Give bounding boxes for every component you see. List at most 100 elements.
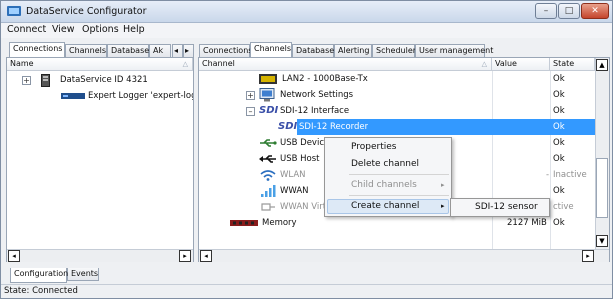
usb-host-icon	[259, 155, 276, 163]
channel-name: SDI-12 Interface	[280, 106, 350, 116]
channel-state: Ok	[553, 138, 565, 148]
column-header-channel[interactable]: Channel △	[199, 58, 492, 71]
status-bar: State: Connected	[1, 284, 612, 298]
tree-item-label: DataService ID 4321	[60, 75, 148, 85]
context-menu: Properties Delete channel Child channels…	[324, 137, 452, 217]
scroll-left-button[interactable]: ◂	[8, 250, 20, 262]
app-icon	[7, 6, 21, 16]
left-tab-connections[interactable]: Connections	[9, 42, 65, 57]
left-tab-scroll-right[interactable]: ▸	[183, 44, 194, 57]
minimize-button[interactable]: –	[535, 3, 557, 19]
column-header-label: Name	[10, 59, 34, 68]
sdi12-recorder-icon: SDI	[278, 121, 298, 132]
create-channel-submenu: SDI-12 sensor	[450, 198, 550, 217]
left-tab-channels[interactable]: Channels	[65, 44, 107, 57]
submenu-arrow-icon: ▸	[441, 181, 445, 189]
wwan-icon	[261, 185, 276, 197]
scroll-up-button[interactable]: ▲	[596, 59, 608, 71]
channel-name: WWAN	[280, 186, 309, 196]
tree-item-label: Expert Logger 'expert-logger-1...	[88, 91, 193, 101]
sdi12-icon: SDI	[259, 105, 279, 116]
left-tab-strip: Connections Channels Database Ak ◂ ▸	[9, 42, 194, 57]
left-horizontal-scrollbar[interactable]: ◂ ▸	[7, 249, 193, 262]
channel-state: Ok	[553, 122, 565, 132]
left-tab-database[interactable]: Database	[107, 44, 149, 57]
channel-state: Inactive	[553, 170, 587, 180]
context-menu-create-channel[interactable]: Create channel	[351, 201, 419, 211]
column-header-value[interactable]: Value	[492, 58, 550, 71]
channel-name: USB Host	[280, 154, 320, 164]
expand-icon[interactable]: +	[246, 91, 255, 100]
left-connections-panel: Name △ + DataService ID 4321 Expert Logg…	[6, 57, 194, 262]
right-tab-scheduler[interactable]: Scheduler	[372, 44, 416, 57]
sort-arrow-icon: △	[481, 60, 487, 68]
sort-arrow-icon: △	[182, 60, 188, 68]
right-tab-strip: Connections Channels Database Alerting S…	[199, 42, 499, 57]
close-button[interactable]: ✕	[581, 3, 609, 19]
table-row-selected[interactable]: SDI SDI-12 Recorder Ok	[199, 119, 595, 135]
expand-icon[interactable]: +	[22, 76, 31, 85]
channel-value: -	[546, 170, 550, 180]
collapse-icon[interactable]: –	[246, 107, 255, 116]
channel-state: Ok	[553, 74, 565, 84]
table-row[interactable]: LAN2 - 1000Base-Tx Ok	[199, 71, 595, 87]
maximize-button[interactable]: □	[558, 3, 580, 19]
logger-device-icon	[61, 93, 85, 99]
scroll-right-button[interactable]: ▸	[179, 250, 191, 262]
right-tab-user-management[interactable]: User management	[415, 44, 493, 57]
context-menu-child-channels: Child channels	[351, 180, 417, 190]
channel-state: Ok	[553, 106, 565, 116]
menu-view[interactable]: View	[52, 24, 75, 35]
column-header-label: Channel	[202, 59, 235, 68]
submenu-arrow-icon: ▸	[441, 202, 445, 210]
table-row[interactable]: + Network Settings Ok	[199, 87, 595, 103]
context-menu-properties[interactable]: Properties	[351, 142, 396, 152]
scroll-down-button[interactable]: ▼	[596, 235, 608, 247]
right-tab-channels[interactable]: Channels	[250, 42, 292, 57]
window-title: DataService Configurator	[26, 6, 147, 17]
title-bar[interactable]: DataService Configurator – □ ✕	[1, 1, 612, 23]
channel-name: Memory	[262, 218, 297, 228]
tree-item-dataservice[interactable]: + DataService ID 4321	[7, 72, 193, 88]
status-text: State: Connected	[4, 286, 78, 296]
table-row[interactable]: Memory 2127 MiB Ok	[199, 215, 595, 231]
lan-icon	[259, 74, 277, 84]
menu-separator	[349, 195, 449, 196]
memory-icon	[230, 220, 258, 226]
right-tab-database[interactable]: Database	[292, 44, 334, 57]
channel-state: Ok	[553, 186, 565, 196]
menu-connect[interactable]: Connect	[7, 24, 46, 35]
menu-separator	[349, 174, 449, 175]
left-tab-ak[interactable]: Ak	[149, 44, 171, 57]
channel-state: Ok	[553, 218, 565, 228]
channel-state: ctive	[553, 202, 574, 212]
channel-name: WLAN	[280, 170, 306, 180]
channel-value: 2127 MiB	[507, 218, 547, 228]
channel-name: SDI-12 Recorder	[299, 122, 369, 132]
network-settings-icon	[259, 88, 275, 102]
column-header-state[interactable]: State	[550, 58, 595, 71]
menu-help[interactable]: Help	[123, 24, 145, 35]
wwan-virtual-icon	[261, 203, 275, 211]
right-tab-connections[interactable]: Connections	[199, 44, 252, 57]
channels-horizontal-scrollbar[interactable]: ◂ ▸	[199, 249, 609, 262]
scroll-thumb[interactable]	[596, 158, 608, 218]
tree-item-expert-logger[interactable]: Expert Logger 'expert-logger-1...	[7, 88, 193, 104]
bottom-tab-events[interactable]: Events	[67, 268, 99, 281]
right-tab-alerting[interactable]: Alerting	[334, 44, 372, 57]
usb-icon	[260, 139, 277, 147]
app-window: DataService Configurator – □ ✕ Connect V…	[0, 0, 613, 299]
channel-state: Ok	[553, 154, 565, 164]
context-menu-delete-channel[interactable]: Delete channel	[351, 159, 419, 169]
channels-vertical-scrollbar[interactable]: ▲ ▼	[595, 58, 609, 249]
wlan-icon	[260, 170, 276, 181]
left-tab-scroll-left[interactable]: ◂	[172, 44, 183, 57]
scroll-right-button[interactable]: ▸	[582, 250, 594, 262]
bottom-tab-configuration[interactable]: Configuration	[10, 268, 68, 283]
submenu-sdi12-sensor[interactable]: SDI-12 sensor	[475, 202, 538, 212]
table-row[interactable]: – SDI SDI-12 Interface Ok	[199, 103, 595, 119]
left-column-header-name[interactable]: Name △	[7, 58, 193, 71]
scroll-left-button[interactable]: ◂	[200, 250, 212, 262]
menu-options[interactable]: Options	[82, 24, 119, 35]
server-icon	[41, 74, 50, 87]
